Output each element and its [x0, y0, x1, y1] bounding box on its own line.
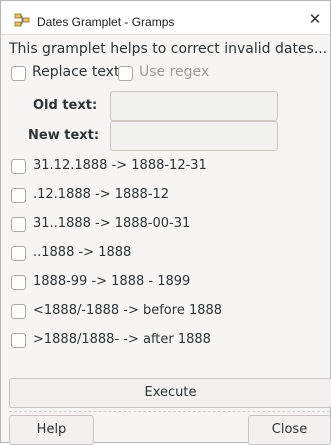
new-text-field[interactable]	[110, 121, 278, 151]
close-button[interactable]: Close	[248, 415, 331, 445]
conversion-checkbox[interactable]	[11, 246, 26, 261]
conversion-label[interactable]: 31..1888 -> 1888-00-31	[33, 216, 190, 231]
gramps-icon	[14, 13, 30, 27]
conversion-checkbox[interactable]	[11, 304, 26, 319]
conversion-label[interactable]: .12.1888 -> 1888-12	[33, 187, 169, 202]
conversion-label[interactable]: <1888/-1888 -> before 1888	[33, 303, 222, 318]
replace-text-label[interactable]: Replace text	[32, 64, 119, 80]
help-button[interactable]: Help	[9, 415, 94, 445]
conversion-label[interactable]: 1888-99 -> 1888 - 1899	[33, 274, 190, 289]
intro-text: This gramplet helps to correct invalid d…	[9, 41, 328, 57]
conversion-checkbox[interactable]	[11, 333, 26, 348]
conversion-checkbox[interactable]	[11, 159, 26, 174]
use-regex-label[interactable]: Use regex	[139, 64, 209, 80]
replace-text-checkbox[interactable]	[11, 66, 26, 81]
conversion-label[interactable]: >1888/1888- -> after 1888	[33, 332, 211, 347]
conversion-label[interactable]: 31.12.1888 -> 1888-12-31	[33, 158, 207, 173]
use-regex-checkbox[interactable]	[118, 66, 133, 81]
title-bar: Dates Gramplet - Gramps ✕	[1, 1, 330, 35]
old-text-field[interactable]	[110, 91, 278, 121]
dates-gramplet-window: Dates Gramplet - Gramps ✕ This gramplet …	[0, 0, 331, 445]
old-text-label: Old text:	[33, 98, 98, 113]
button-area-separator	[9, 411, 330, 412]
conversion-label[interactable]: ..1888 -> 1888	[33, 245, 131, 260]
window-title: Dates Gramplet - Gramps	[37, 15, 175, 29]
execute-button[interactable]: Execute	[9, 378, 331, 408]
conversion-checkbox[interactable]	[11, 217, 26, 232]
close-icon[interactable]: ✕	[306, 10, 324, 28]
conversion-checkbox[interactable]	[11, 275, 26, 290]
new-text-label: New text:	[28, 128, 100, 143]
conversion-checkbox[interactable]	[11, 188, 26, 203]
